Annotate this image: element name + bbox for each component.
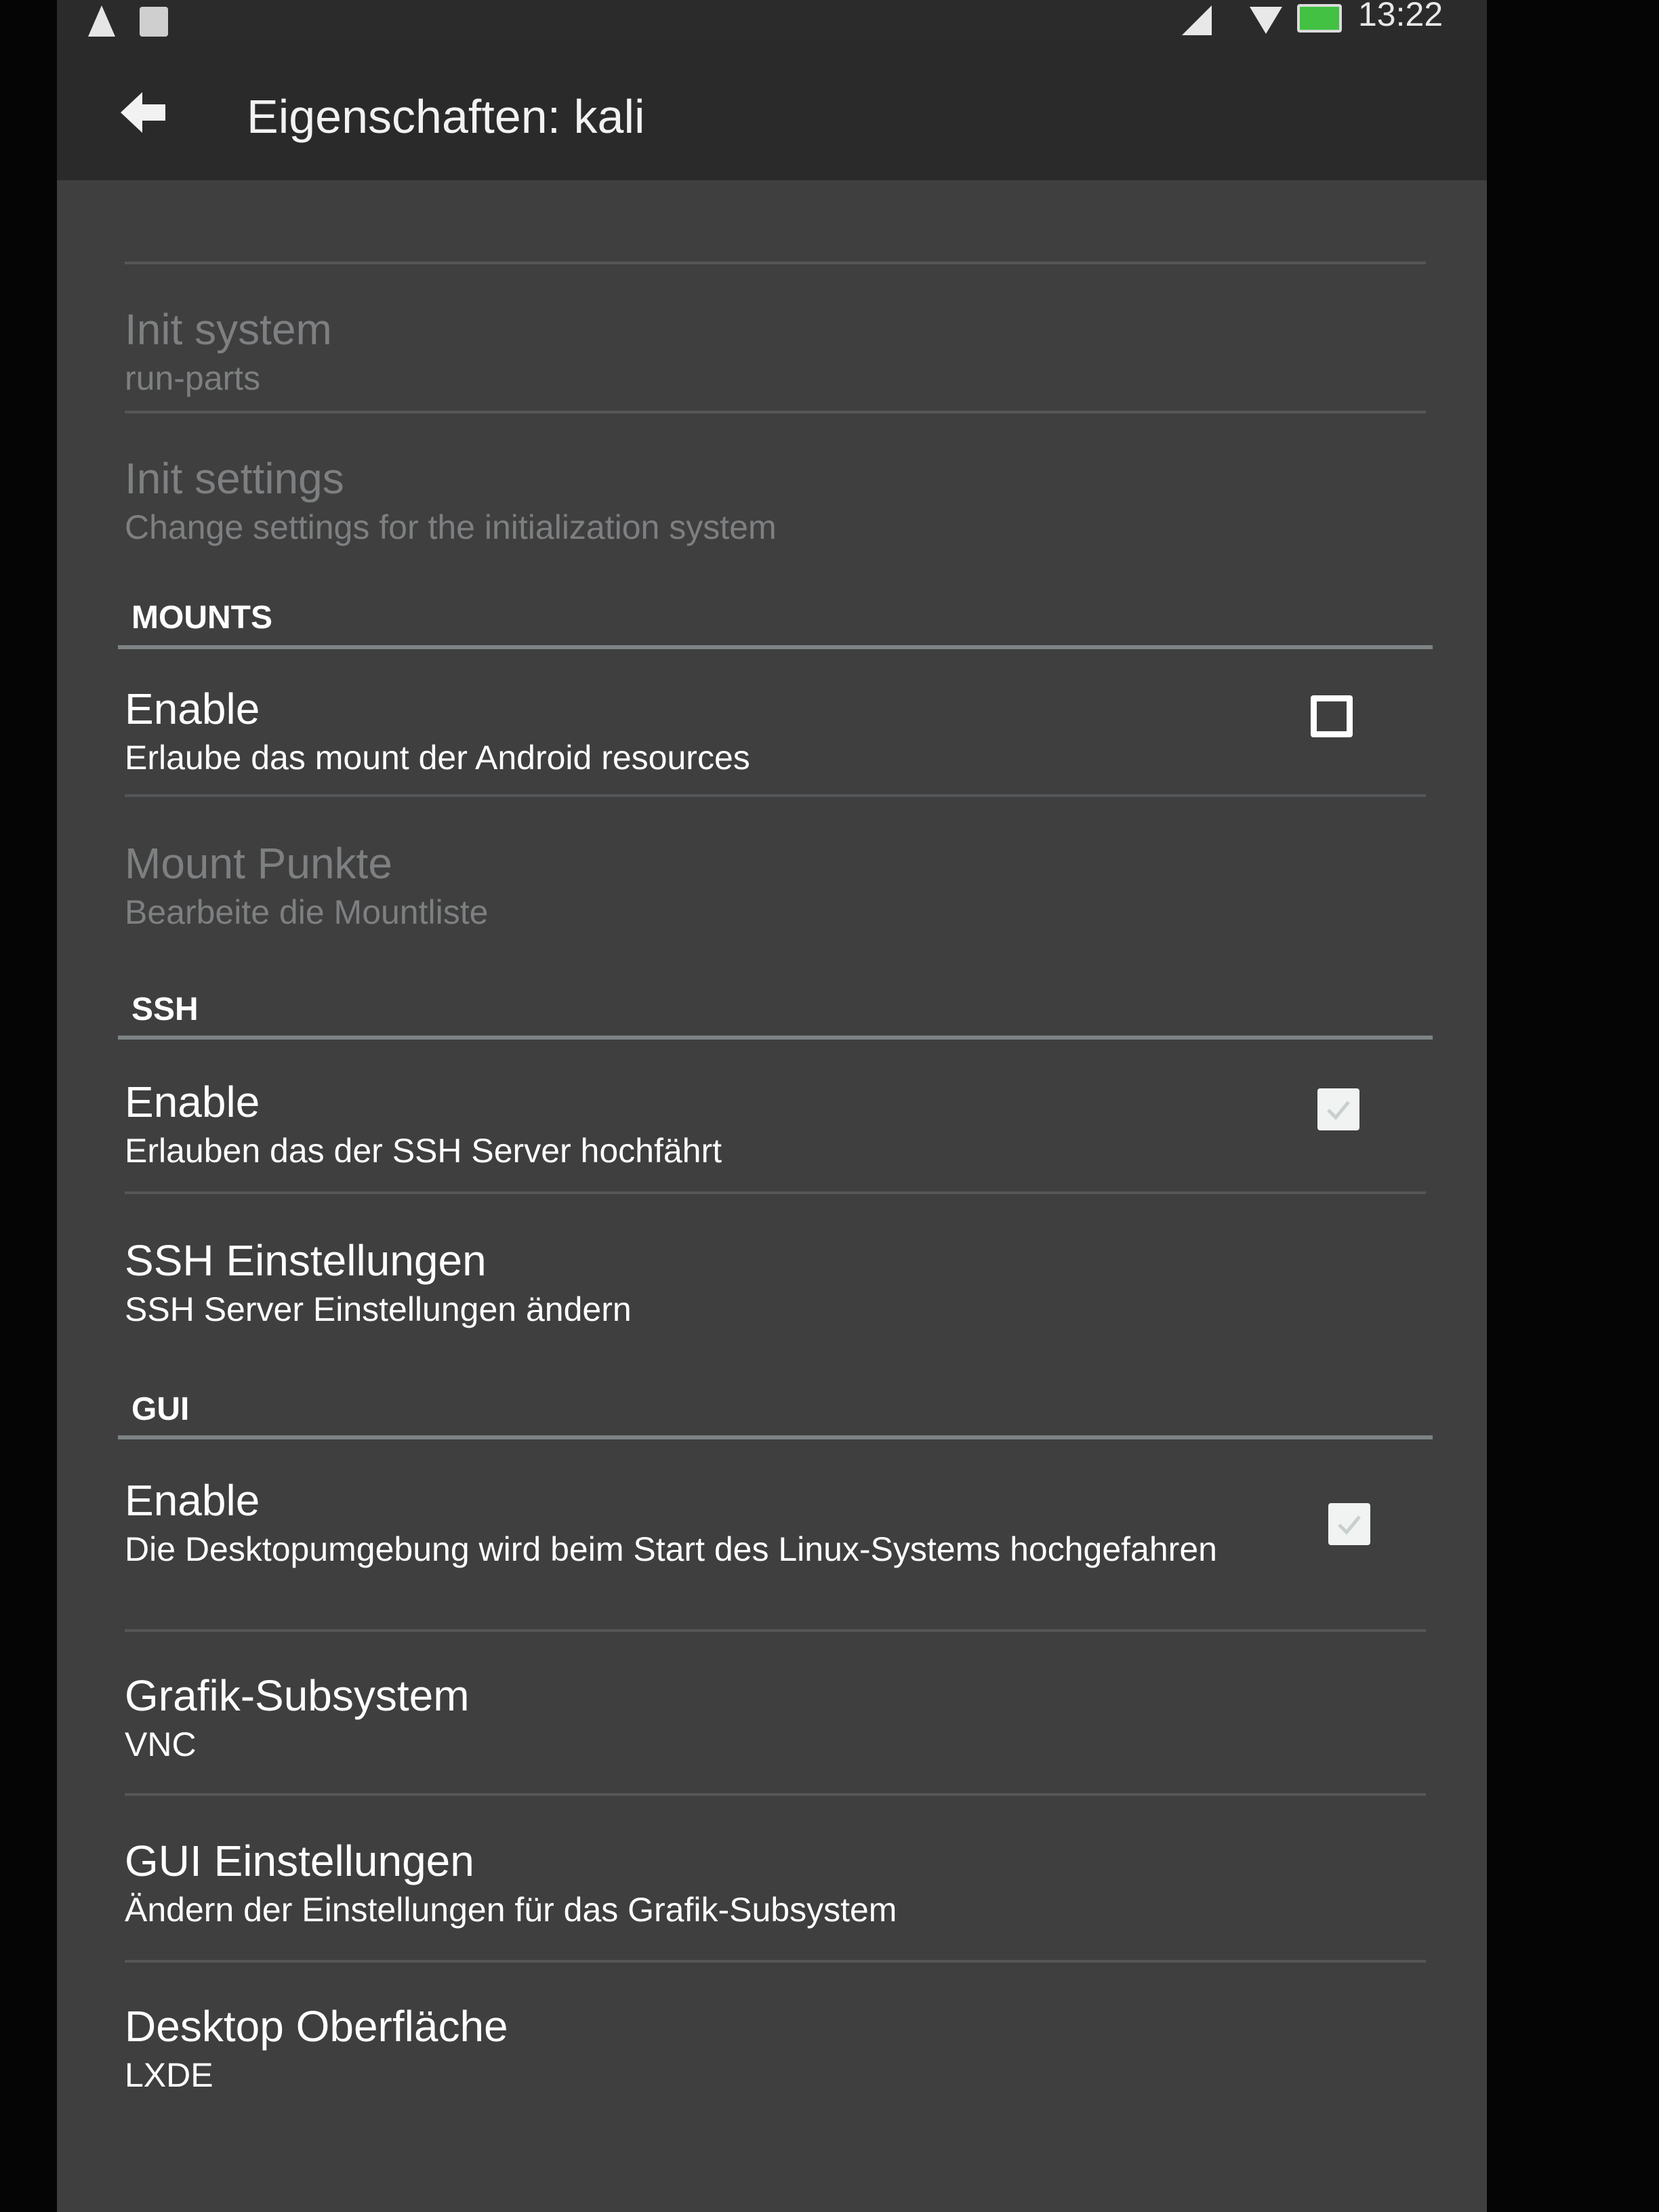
- pref-summary: Bearbeite die Mountliste: [125, 893, 489, 931]
- pref-desktop-environment[interactable]: Desktop Oberfläche LXDE: [125, 1999, 1277, 2097]
- battery-icon: [1297, 4, 1342, 33]
- pref-summary: Ändern der Einstellungen für das Grafik-…: [125, 1891, 897, 1929]
- section-header-ssh: SSH: [131, 991, 199, 1027]
- section-divider: [118, 645, 1433, 649]
- pref-title: Init system: [125, 305, 332, 354]
- back-arrow-icon[interactable]: [115, 85, 169, 140]
- divider: [125, 1960, 1426, 1963]
- signal-strength-icon: [1182, 5, 1212, 35]
- gui-enable-checkbox[interactable]: [1328, 1503, 1370, 1545]
- pref-title: Mount Punkte: [125, 839, 392, 888]
- pref-summary: Change settings for the initialization s…: [125, 508, 777, 546]
- warning-notification-icon: [88, 5, 115, 37]
- pref-summary: Die Desktopumgebung wird beim Start des …: [125, 1530, 1217, 1568]
- checkmark-icon: [1338, 1515, 1361, 1535]
- status-time: 13:22: [1358, 0, 1443, 33]
- pref-ssh-settings[interactable]: SSH Einstellungen SSH Server Einstellung…: [125, 1233, 1277, 1331]
- section-divider: [118, 1435, 1433, 1439]
- settings-screen: 13:22 Eigenschaften: kali Init system ru…: [57, 0, 1487, 2212]
- divider: [125, 1191, 1426, 1194]
- pref-init-settings[interactable]: Init settings Change settings for the in…: [125, 451, 1277, 549]
- section-header-gui: GUI: [131, 1391, 190, 1427]
- pref-summary: Erlauben das der SSH Server hochfährt: [125, 1132, 722, 1170]
- status-bar: 13:22: [57, 0, 1487, 41]
- pref-gui-settings[interactable]: GUI Einstellungen Ändern der Einstellung…: [125, 1834, 1277, 1931]
- divider: [125, 1793, 1426, 1796]
- divider: [125, 411, 1426, 413]
- pref-ssh-enable[interactable]: Enable Erlauben das der SSH Server hochf…: [125, 1075, 1277, 1172]
- pref-init-system[interactable]: Init system run-parts: [125, 302, 1277, 400]
- pref-summary: Erlaube das mount der Android resources: [125, 739, 750, 777]
- pref-title: Enable: [125, 1476, 260, 1525]
- pref-mounts-enable[interactable]: Enable Erlaube das mount der Android res…: [125, 682, 1277, 779]
- media-notification-icon: [140, 7, 168, 37]
- divider: [125, 794, 1426, 797]
- preferences-list: Init system run-parts Init settings Chan…: [57, 180, 1487, 2212]
- divider: [125, 262, 1426, 264]
- ssh-enable-checkbox[interactable]: [1317, 1088, 1359, 1130]
- pref-summary: SSH Server Einstellungen ändern: [125, 1290, 632, 1328]
- pref-summary: VNC: [125, 1725, 197, 1763]
- section-divider: [118, 1036, 1433, 1040]
- pref-title: Desktop Oberfläche: [125, 2002, 508, 2051]
- pref-graphics-subsystem[interactable]: Grafik-Subsystem VNC: [125, 1668, 1277, 1766]
- section-header-mounts: MOUNTS: [131, 600, 272, 636]
- pref-title: GUI Einstellungen: [125, 1837, 474, 1885]
- checkmark-icon: [1327, 1101, 1350, 1120]
- mounts-enable-checkbox[interactable]: [1311, 695, 1353, 737]
- pref-title: Grafik-Subsystem: [125, 1671, 470, 1720]
- pref-mount-points[interactable]: Mount Punkte Bearbeite die Mountliste: [125, 836, 1277, 934]
- pref-summary: run-parts: [125, 359, 261, 397]
- pref-title: Init settings: [125, 454, 344, 503]
- page-title: Eigenschaften: kali: [247, 90, 645, 143]
- pref-gui-enable[interactable]: Enable Die Desktopumgebung wird beim Sta…: [125, 1473, 1277, 1571]
- pref-title: Enable: [125, 684, 260, 733]
- divider: [125, 1629, 1426, 1632]
- wifi-icon: [1250, 7, 1282, 34]
- pref-summary: LXDE: [125, 2056, 213, 2094]
- pref-title: Enable: [125, 1078, 260, 1126]
- pref-title: SSH Einstellungen: [125, 1236, 487, 1285]
- app-bar: Eigenschaften: kali: [57, 41, 1487, 180]
